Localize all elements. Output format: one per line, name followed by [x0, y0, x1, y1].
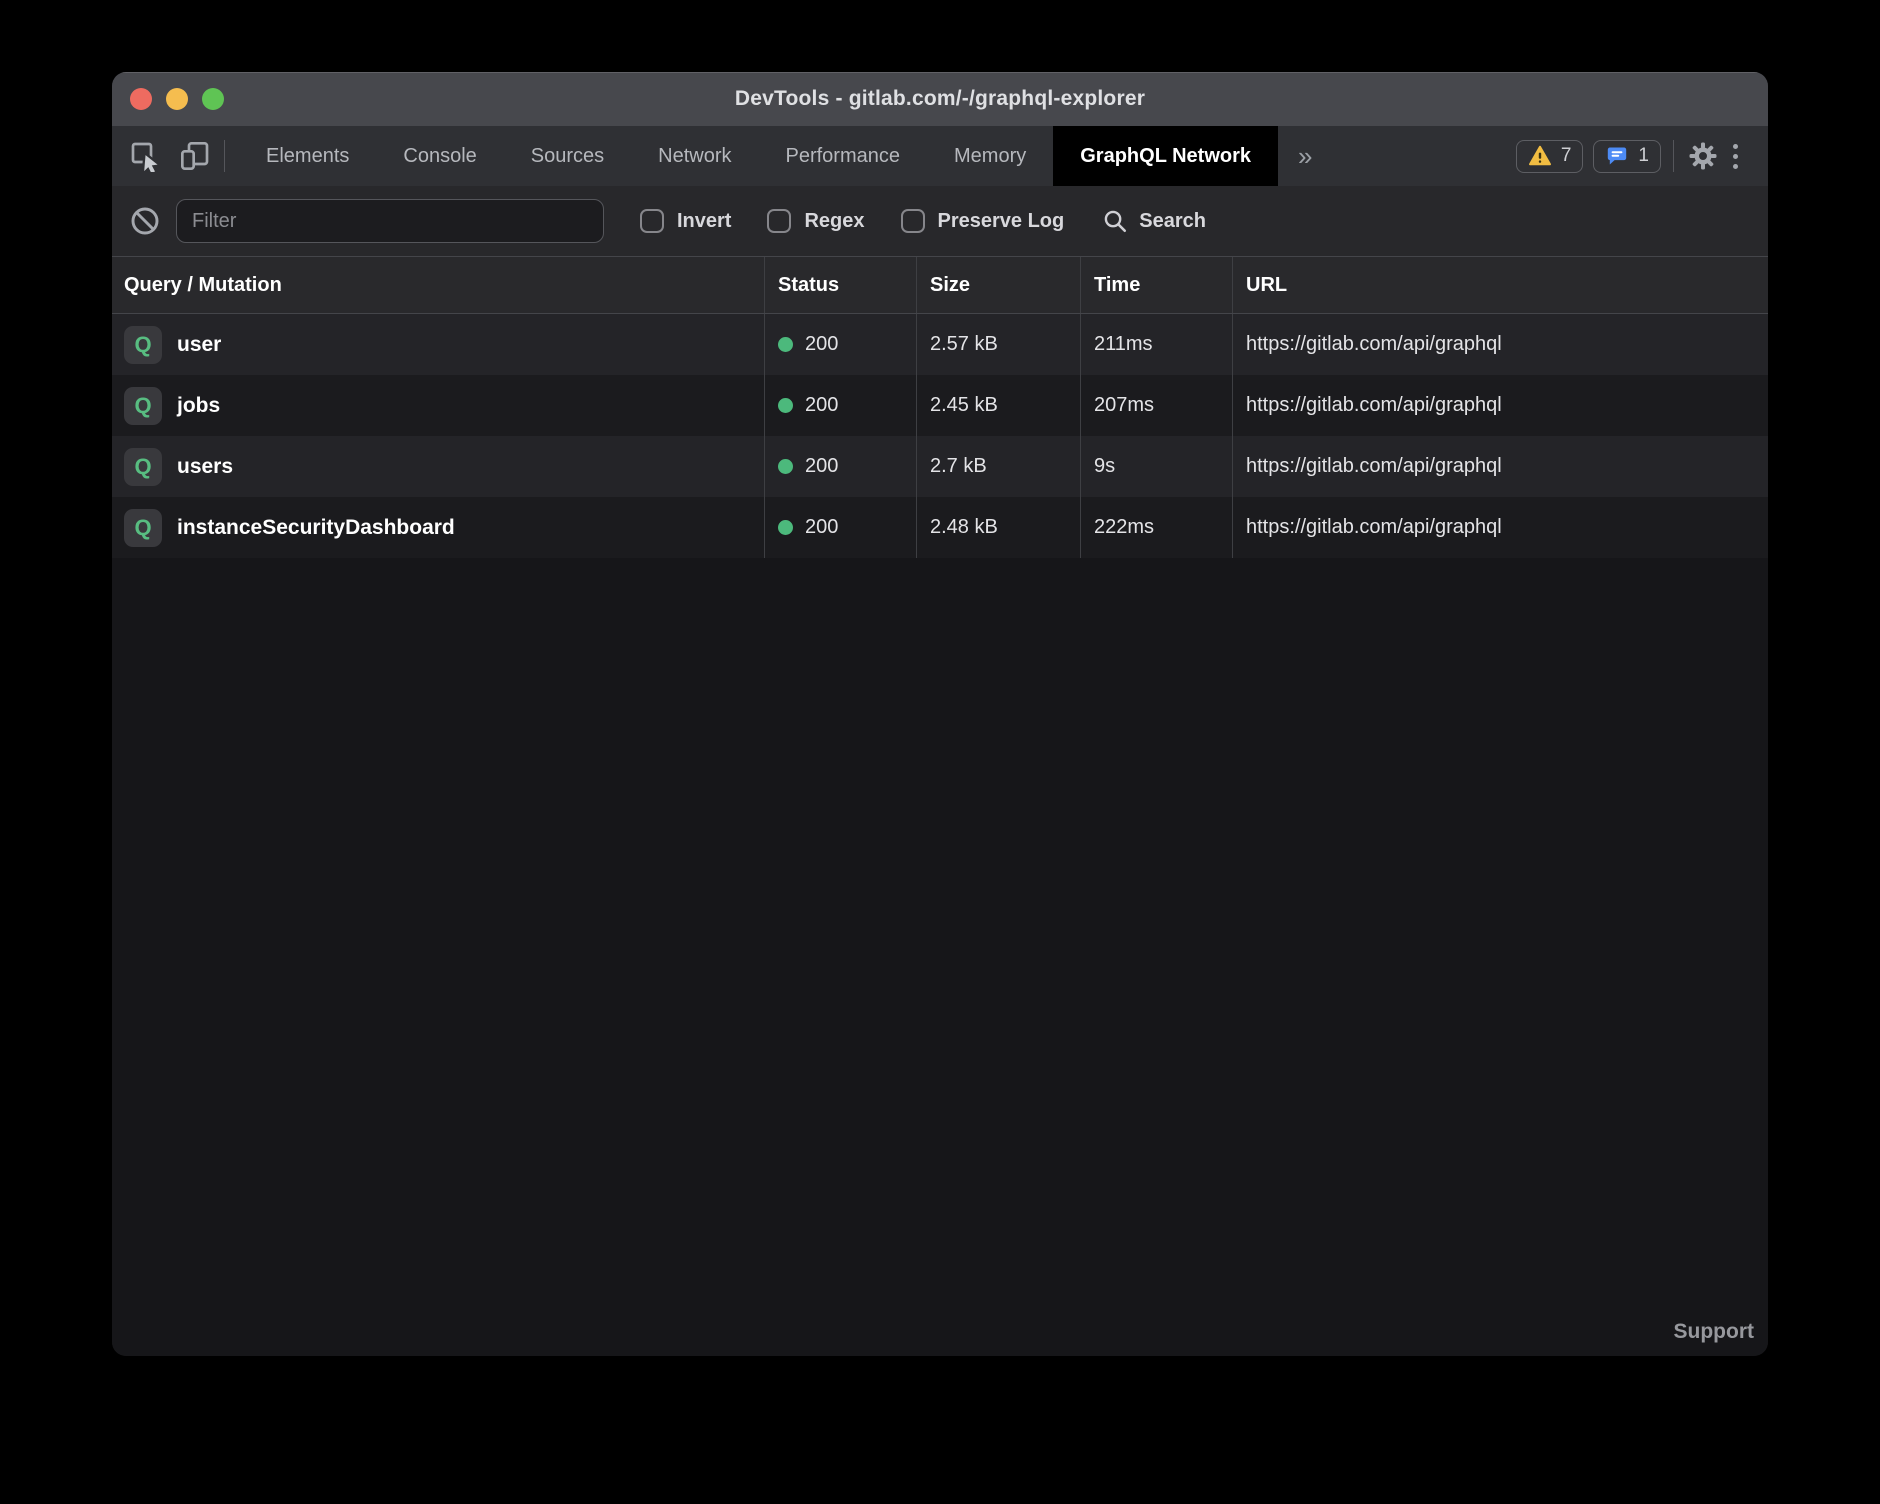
- query-type-badge: Q: [124, 326, 162, 364]
- warning-triangle-icon: [1528, 144, 1552, 168]
- inspect-element-icon[interactable]: [128, 136, 162, 176]
- search-icon: [1102, 208, 1128, 234]
- query-name: instanceSecurityDashboard: [177, 516, 455, 540]
- minimize-window-button[interactable]: [166, 88, 188, 110]
- window-title: DevTools - gitlab.com/-/graphql-explorer: [735, 87, 1145, 111]
- message-bubble-icon: [1605, 144, 1629, 168]
- response-size: 2.48 kB: [917, 497, 1081, 558]
- column-header-size[interactable]: Size: [917, 257, 1081, 313]
- tab-performance[interactable]: Performance: [759, 126, 928, 186]
- regex-checkbox-group: Regex: [767, 209, 864, 233]
- preserve-log-checkbox-group: Preserve Log: [901, 209, 1065, 233]
- status-ok-dot: [778, 398, 793, 413]
- requests-table-header: Query / Mutation Status Size Time URL: [112, 256, 1768, 314]
- table-row[interactable]: Q instanceSecurityDashboard 200 2.48 kB …: [112, 497, 1768, 558]
- panel-tabs: Elements Console Sources Network Perform…: [239, 126, 1332, 186]
- status-code: 200: [805, 394, 838, 417]
- response-size: 2.45 kB: [917, 375, 1081, 436]
- status-code: 200: [805, 516, 838, 539]
- query-type-badge: Q: [124, 387, 162, 425]
- search-label: Search: [1139, 210, 1206, 233]
- status-ok-dot: [778, 520, 793, 535]
- more-options-kebab-icon[interactable]: [1720, 136, 1750, 176]
- request-url: https://gitlab.com/api/graphql: [1233, 375, 1768, 436]
- request-url: https://gitlab.com/api/graphql: [1233, 497, 1768, 558]
- tab-graphql-network[interactable]: GraphQL Network: [1053, 126, 1278, 186]
- response-time: 222ms: [1081, 497, 1233, 558]
- request-url: https://gitlab.com/api/graphql: [1233, 314, 1768, 375]
- title-bar: DevTools - gitlab.com/-/graphql-explorer: [112, 72, 1768, 126]
- empty-results-area: Support: [112, 558, 1768, 1356]
- device-toolbar-icon[interactable]: [178, 136, 212, 176]
- traffic-lights: [130, 72, 224, 126]
- table-row[interactable]: Q jobs 200 2.45 kB 207ms https://gitlab.…: [112, 375, 1768, 436]
- toolbar-separator: [224, 140, 225, 172]
- request-url: https://gitlab.com/api/graphql: [1233, 436, 1768, 497]
- preserve-log-label: Preserve Log: [938, 210, 1065, 233]
- close-window-button[interactable]: [130, 88, 152, 110]
- filter-input[interactable]: [176, 199, 604, 243]
- query-name: jobs: [177, 394, 220, 418]
- tab-console[interactable]: Console: [376, 126, 503, 186]
- column-header-time[interactable]: Time: [1081, 257, 1233, 313]
- devtools-tab-bar: Elements Console Sources Network Perform…: [112, 126, 1768, 186]
- regex-label: Regex: [804, 210, 864, 233]
- clear-log-icon[interactable]: [128, 201, 162, 241]
- table-row[interactable]: Q users 200 2.7 kB 9s https://gitlab.com…: [112, 436, 1768, 497]
- response-size: 2.57 kB: [917, 314, 1081, 375]
- badge-separator: [1673, 140, 1674, 172]
- tab-elements[interactable]: Elements: [239, 126, 376, 186]
- issues-badge[interactable]: 1: [1593, 140, 1661, 173]
- invert-checkbox-group: Invert: [640, 209, 731, 233]
- preserve-log-checkbox[interactable]: [901, 209, 925, 233]
- column-header-query-mutation[interactable]: Query / Mutation: [112, 257, 765, 313]
- query-name: users: [177, 455, 233, 479]
- devtools-window: DevTools - gitlab.com/-/graphql-explorer…: [112, 72, 1768, 1356]
- warnings-badge[interactable]: 7: [1516, 140, 1584, 173]
- zoom-window-button[interactable]: [202, 88, 224, 110]
- tab-memory[interactable]: Memory: [927, 126, 1053, 186]
- table-row[interactable]: Q user 200 2.57 kB 211ms https://gitlab.…: [112, 314, 1768, 375]
- status-code: 200: [805, 333, 838, 356]
- more-tabs-icon[interactable]: »: [1278, 126, 1332, 186]
- issue-count: 1: [1638, 145, 1649, 167]
- status-ok-dot: [778, 337, 793, 352]
- status-ok-dot: [778, 459, 793, 474]
- warning-count: 7: [1561, 145, 1572, 167]
- column-header-status[interactable]: Status: [765, 257, 917, 313]
- response-time: 211ms: [1081, 314, 1233, 375]
- response-time: 207ms: [1081, 375, 1233, 436]
- invert-label: Invert: [677, 210, 731, 233]
- response-time: 9s: [1081, 436, 1233, 497]
- response-size: 2.7 kB: [917, 436, 1081, 497]
- tab-network[interactable]: Network: [631, 126, 758, 186]
- query-type-badge: Q: [124, 448, 162, 486]
- support-link[interactable]: Support: [1674, 1320, 1754, 1344]
- settings-gear-icon[interactable]: [1686, 136, 1720, 176]
- query-name: user: [177, 333, 221, 357]
- search-button[interactable]: Search: [1102, 208, 1206, 234]
- invert-checkbox[interactable]: [640, 209, 664, 233]
- status-code: 200: [805, 455, 838, 478]
- network-filter-toolbar: Invert Regex Preserve Log Search: [112, 186, 1768, 256]
- tab-sources[interactable]: Sources: [504, 126, 631, 186]
- column-header-url[interactable]: URL: [1233, 257, 1768, 313]
- regex-checkbox[interactable]: [767, 209, 791, 233]
- query-type-badge: Q: [124, 509, 162, 547]
